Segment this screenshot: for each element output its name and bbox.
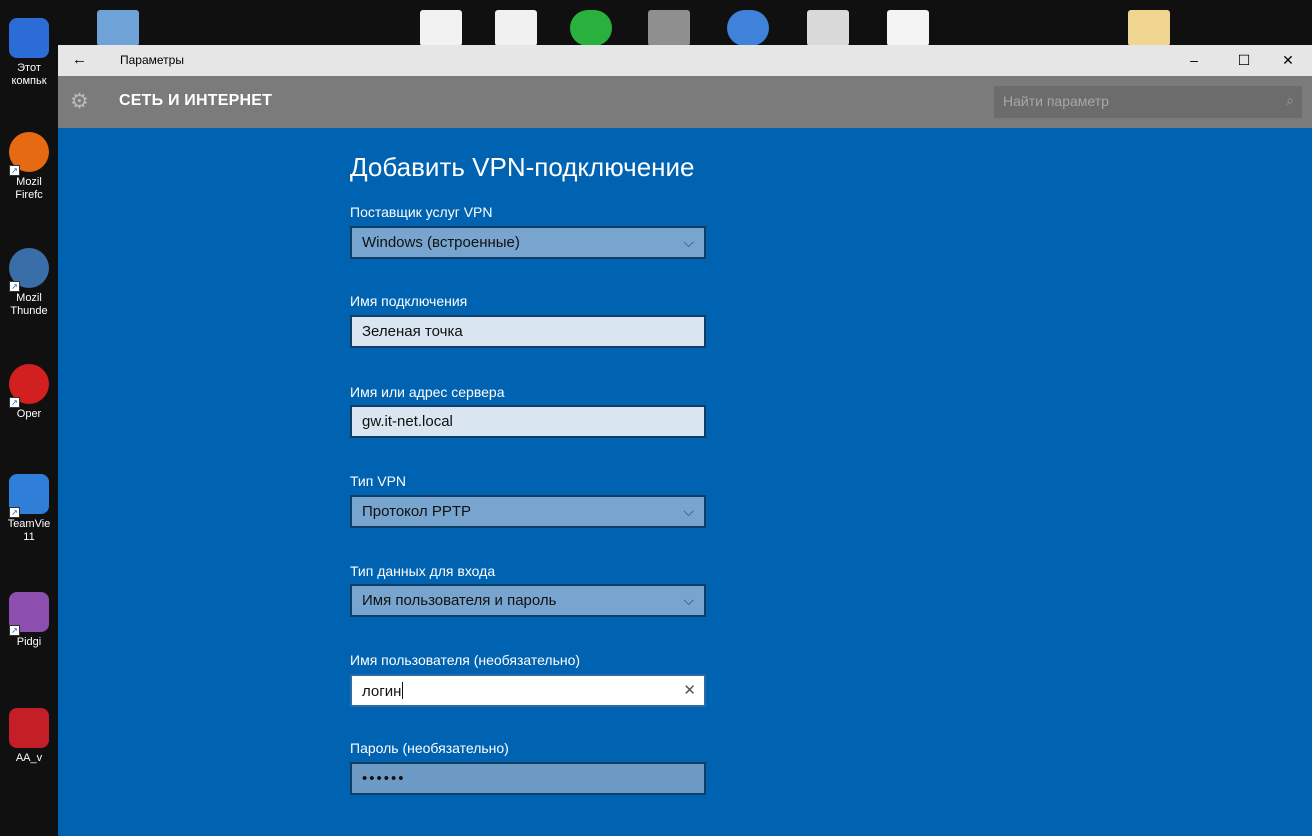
printer-icon[interactable] (807, 10, 849, 46)
minimize-button[interactable]: – (1182, 49, 1206, 71)
app-icon[interactable] (495, 10, 537, 46)
desktop-tool-icon[interactable] (97, 10, 139, 46)
opera-icon: ↗ (9, 364, 49, 408)
signin-type-label: Тип данных для входа (350, 563, 496, 579)
search-input[interactable]: Найти параметр ⌕ (994, 86, 1302, 118)
thunderbird-icon: ↗ (9, 248, 49, 292)
desktop-item-this-pc[interactable]: Этот компьк (0, 18, 58, 88)
password-field[interactable]: •••••• (350, 762, 706, 795)
settings-header: ⚙ СЕТЬ И ИНТЕРНЕТ Найти параметр ⌕ (58, 76, 1312, 128)
chevron-down-icon: ⌵ (683, 592, 694, 608)
vpn-type-value: Протокол PPTP (362, 503, 472, 520)
close-button[interactable]: ✕ (1276, 49, 1300, 71)
desktop-label: Firefc (15, 189, 43, 201)
username-value: логин (362, 683, 402, 700)
desktop-label: AA_v (15, 752, 43, 764)
clear-icon[interactable]: ✕ (683, 681, 696, 699)
password-value: •••••• (362, 770, 406, 787)
folder-icon[interactable] (1128, 10, 1170, 46)
page-title: Добавить VPN-подключение (350, 152, 695, 182)
desktop-label: 11 (23, 531, 35, 543)
shortcut-arrow-icon: ↗ (9, 397, 20, 408)
desktop-label: TeamVie (7, 518, 51, 530)
desktop-label: Mozil (16, 176, 42, 188)
desktop-label: Этот (17, 62, 41, 74)
desktop-label: Oper (16, 408, 42, 420)
network-icon[interactable] (648, 10, 690, 46)
desktop-item-thunderbird[interactable]: ↗ Mozil Thunde (0, 248, 58, 318)
gear-icon[interactable]: ⚙ (70, 90, 89, 114)
firefox-icon: ↗ (9, 132, 49, 176)
username-field[interactable]: логин ✕ (350, 674, 706, 707)
shortcut-arrow-icon: ↗ (9, 281, 20, 292)
desktop-label: Thunde (10, 305, 48, 317)
vpn-type-select[interactable]: Протокол PPTP ⌵ (350, 495, 706, 528)
search-placeholder: Найти параметр (1003, 93, 1109, 109)
shortcut-arrow-icon: ↗ (9, 507, 20, 518)
desktop-label: Mozil (16, 292, 42, 304)
settings-window: ← Параметры – ☐ ✕ ⚙ СЕТЬ И ИНТЕРНЕТ Найт… (58, 45, 1312, 836)
signin-type-select[interactable]: Имя пользователя и пароль ⌵ (350, 584, 706, 617)
desktop-item-teamviewer[interactable]: ↗ TeamVie 11 (0, 474, 58, 544)
desktop-item-firefox[interactable]: ↗ Mozil Firefc (0, 132, 58, 202)
password-label: Пароль (необязательно) (350, 740, 509, 756)
connection-name-field[interactable]: Зеленая точка (350, 315, 706, 348)
desktop-label: Pidgi (16, 636, 42, 648)
connection-name-label: Имя подключения (350, 293, 468, 309)
desktop-item-pidgin[interactable]: ↗ Pidgi (0, 592, 58, 649)
maximize-button[interactable]: ☐ (1232, 49, 1256, 71)
text-file-icon[interactable] (887, 10, 929, 46)
connection-name-value: Зеленая точка (362, 323, 463, 340)
server-value: gw.it-net.local (362, 413, 453, 430)
desktop-item-aa[interactable]: AA_v (0, 708, 58, 765)
provider-select[interactable]: Windows (встроенные) ⌵ (350, 226, 706, 259)
desktop-label: компьк (11, 75, 47, 87)
browser-icon[interactable] (727, 10, 769, 46)
username-label: Имя пользователя (необязательно) (350, 652, 581, 668)
provider-value: Windows (встроенные) (362, 234, 520, 251)
desktop-item-opera[interactable]: ↗ Oper (0, 364, 58, 421)
pidgin-icon: ↗ (9, 592, 49, 636)
chevron-down-icon: ⌵ (683, 234, 694, 250)
teamviewer-icon: ↗ (9, 474, 49, 518)
server-field[interactable]: gw.it-net.local (350, 405, 706, 438)
text-cursor (402, 682, 404, 699)
server-label: Имя или адрес сервера (350, 384, 505, 400)
green-circle-icon[interactable] (570, 10, 612, 46)
title-bar: ← Параметры – ☐ ✕ (58, 45, 1312, 76)
aa-icon (9, 708, 49, 748)
section-title: СЕТЬ И ИНТЕРНЕТ (119, 92, 273, 109)
shortcut-arrow-icon: ↗ (9, 165, 20, 176)
vpn-type-label: Тип VPN (350, 473, 407, 489)
search-icon[interactable]: ⌕ (1286, 92, 1294, 109)
document-icon[interactable] (420, 10, 462, 46)
provider-label: Поставщик услуг VPN (350, 204, 493, 220)
chevron-down-icon: ⌵ (683, 503, 694, 519)
window-title: Параметры (120, 53, 184, 67)
signin-type-value: Имя пользователя и пароль (362, 592, 557, 609)
shortcut-arrow-icon: ↗ (9, 625, 20, 636)
back-arrow-icon[interactable]: ← (72, 51, 87, 68)
computer-icon (9, 18, 49, 58)
